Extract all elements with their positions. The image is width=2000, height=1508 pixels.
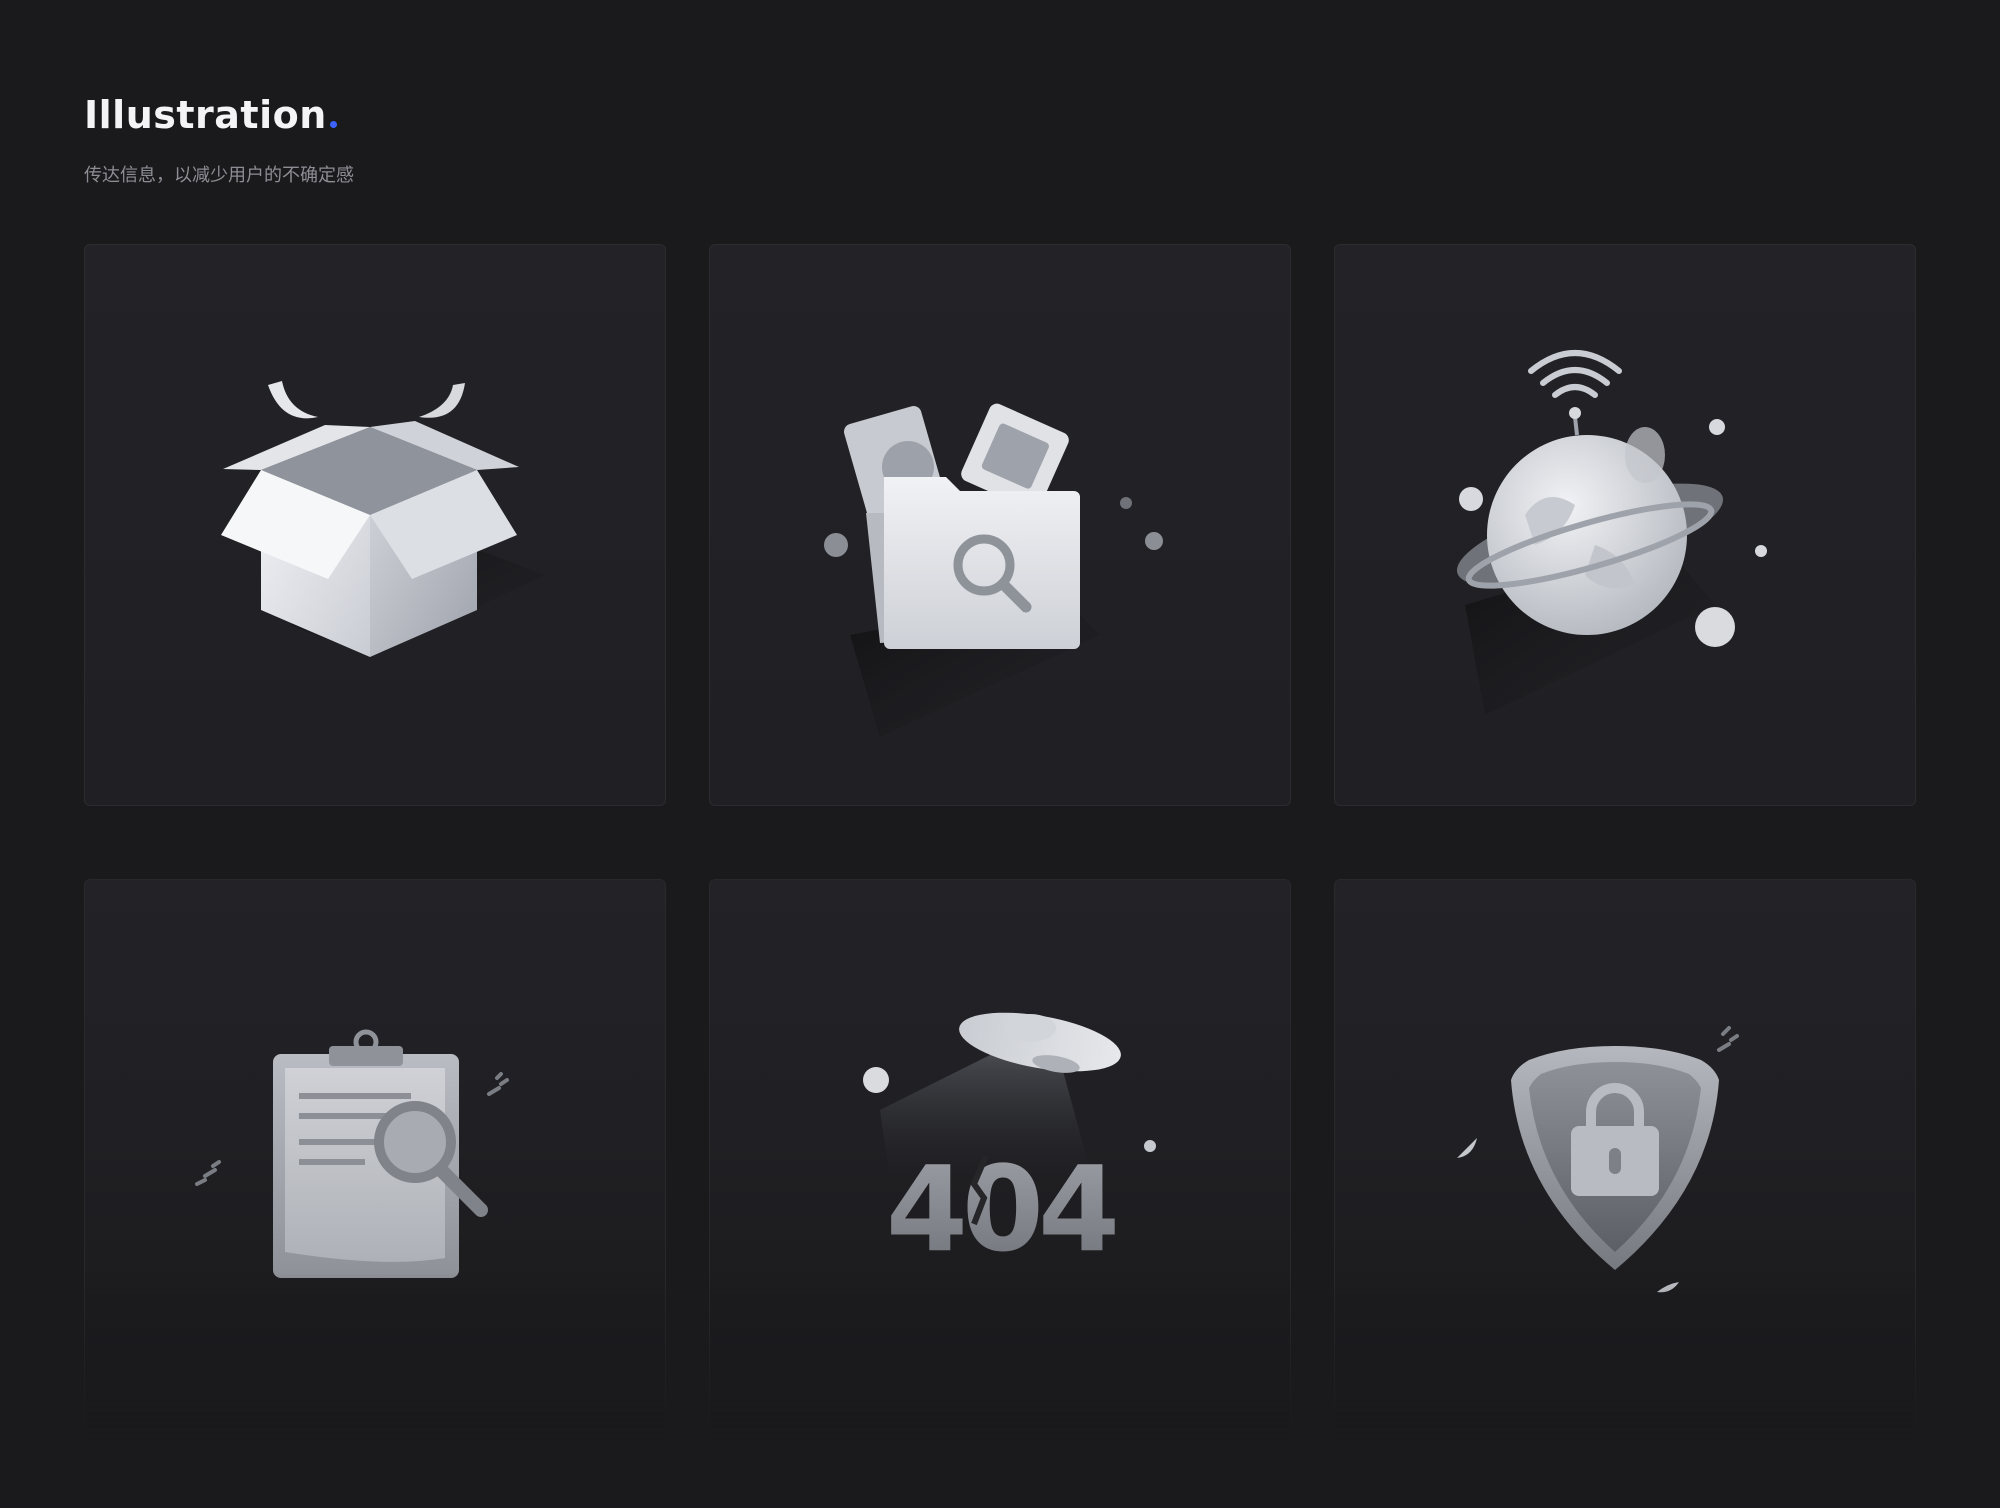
page-title: Illustration xyxy=(84,92,337,138)
clipboard-search-icon xyxy=(195,1029,509,1278)
illustration-card-404: 404 xyxy=(709,879,1291,1441)
illustration-card-open-box xyxy=(84,244,666,806)
404-ufo-icon: 404 xyxy=(863,1012,1156,1278)
illustration-page: Illustration 传达信息，以减少用户的不确定感 404 xyxy=(0,0,2000,1508)
illustration-card-folder-search xyxy=(709,244,1291,806)
404-text: 404 xyxy=(886,1140,1115,1278)
planet-wifi-icon xyxy=(1456,350,1767,715)
illustration-card-shield xyxy=(1334,879,1916,1441)
page-subtitle: 传达信息，以减少用户的不确定感 xyxy=(84,165,354,186)
folder-search-icon xyxy=(824,403,1163,737)
open-box-icon xyxy=(221,381,545,657)
illustration-card-planet xyxy=(1334,244,1916,806)
page-title-text: Illustration xyxy=(84,93,327,137)
shield-lock-icon xyxy=(1457,1026,1739,1293)
illustration-card-clipboard xyxy=(84,879,666,1441)
title-accent-dot xyxy=(329,121,337,128)
